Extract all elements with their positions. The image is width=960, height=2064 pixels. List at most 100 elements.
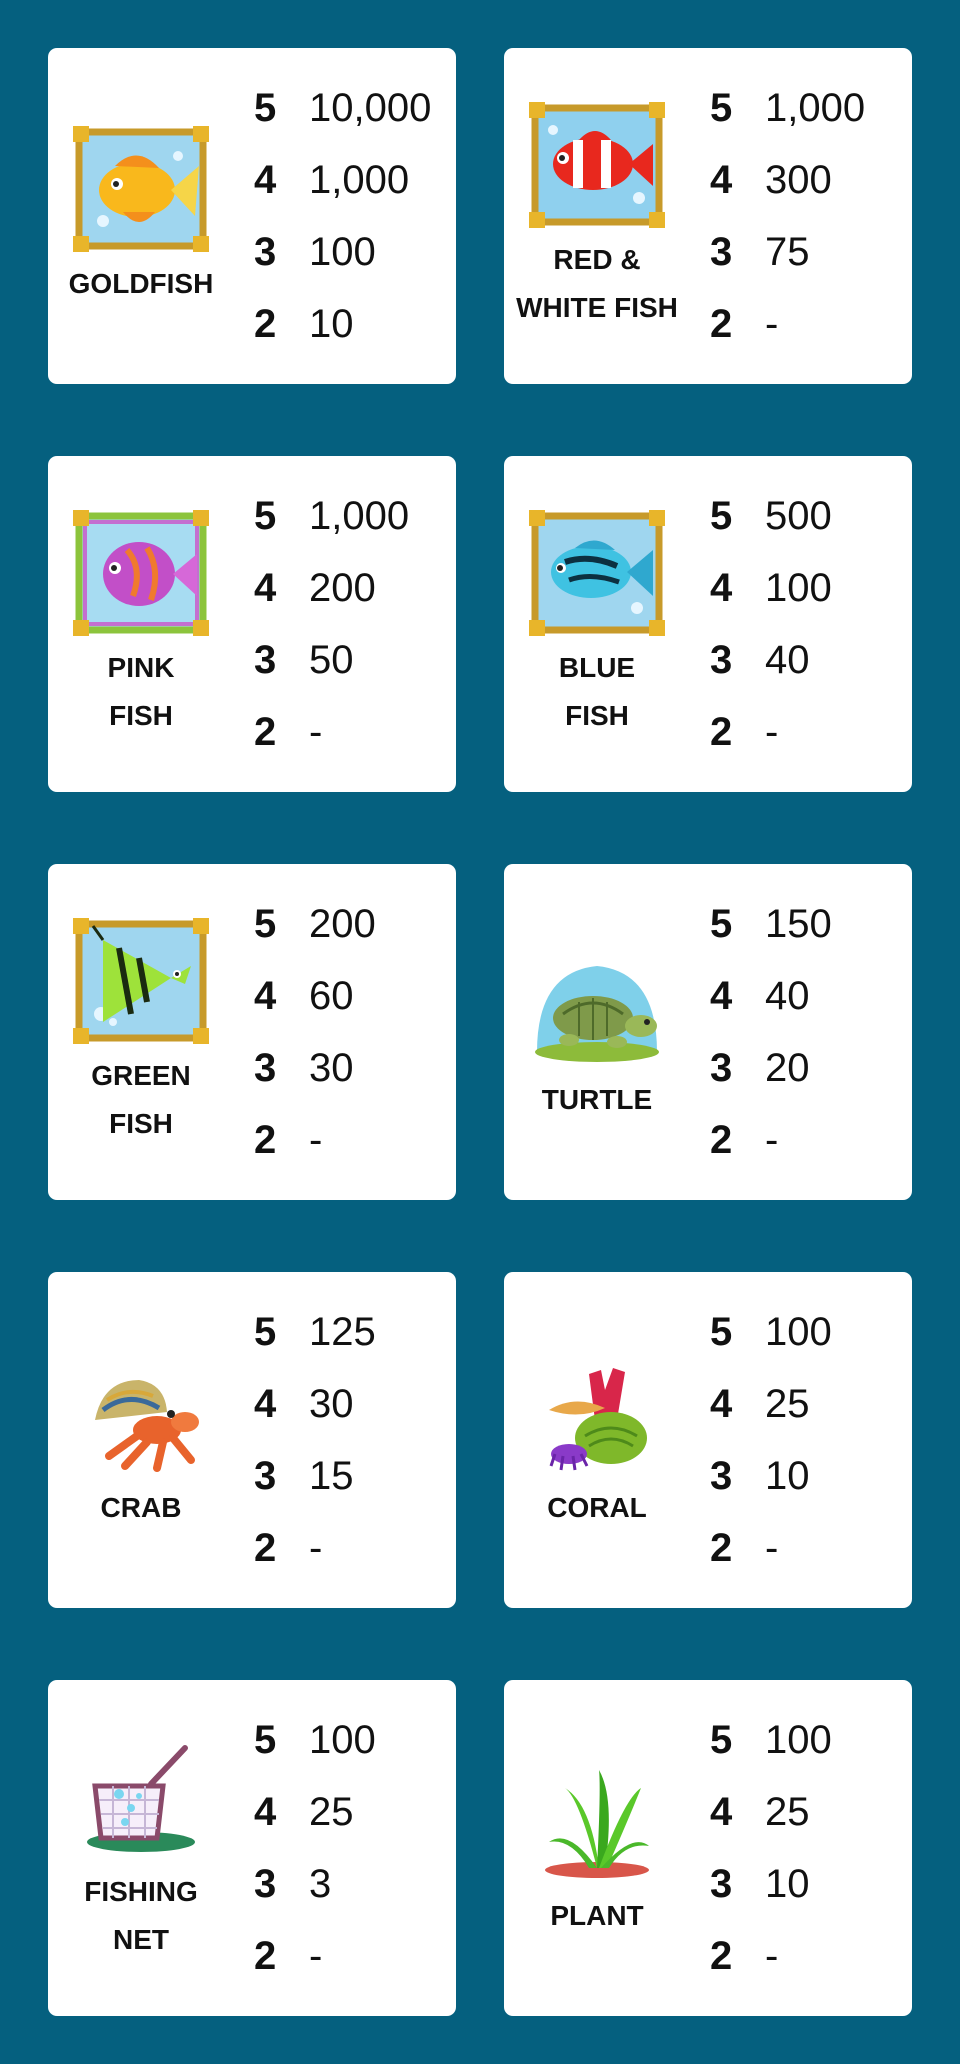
symbol-fishing-net: FISHING NET (48, 1680, 234, 2016)
pay-row: 2- (254, 1512, 450, 1584)
pay-row: 2- (710, 288, 906, 360)
payout-value: 25 (765, 1381, 810, 1426)
pay-row: 5 100 (710, 1296, 906, 1368)
pay-list: 5 100 4 25 3 10 2- (710, 1704, 906, 1992)
pay-row: 4 25 (254, 1776, 450, 1848)
match-count: 4 (254, 1381, 277, 1426)
symbol-name: RED & WHITE FISH (516, 244, 678, 323)
match-count: 3 (710, 1861, 733, 1906)
payout-value: 10,000 (309, 85, 432, 130)
paytable-card-red-white-fish: RED & WHITE FISH 5 1,000 4 300 3 75 2- (504, 48, 912, 384)
coral-icon (527, 1348, 667, 1478)
pay-row: 5 100 (710, 1704, 906, 1776)
payout-value: 40 (765, 973, 810, 1018)
match-count: 3 (710, 1453, 733, 1498)
symbol-name: PLANT (550, 1900, 644, 1931)
pay-row: 5 125 (254, 1296, 450, 1368)
payout-value: - (309, 1525, 323, 1570)
payout-value: 40 (765, 637, 810, 682)
payout-value: - (765, 1117, 779, 1162)
payout-value: 200 (309, 565, 376, 610)
payout-value: 3 (309, 1861, 332, 1906)
pay-row: 2 10 (254, 288, 450, 360)
payout-value: 1,000 (765, 85, 866, 130)
payout-value: 10 (765, 1861, 810, 1906)
symbol-name: TURTLE (541, 1084, 653, 1115)
match-count: 3 (254, 1045, 277, 1090)
paytable-card-green-fish: GREEN FISH 5 200 4 60 3 30 2- (48, 864, 456, 1200)
match-count: 3 (710, 1045, 733, 1090)
pay-row: 2- (710, 696, 906, 768)
paytable-card-coral: CORAL 5 100 4 25 3 10 2- (504, 1272, 912, 1608)
symbol-name: FISHING NET (84, 1876, 198, 1955)
payout-value: - (765, 1525, 779, 1570)
match-count: 4 (710, 157, 733, 202)
symbol-name: PINK FISH (107, 652, 175, 731)
payout-value: 25 (765, 1789, 810, 1834)
payout-value: 100 (765, 1309, 832, 1354)
payout-value: - (765, 301, 779, 346)
green-fish-icon (71, 916, 211, 1046)
payout-value: 125 (309, 1309, 376, 1354)
pay-row: 5 500 (710, 480, 906, 552)
match-count: 4 (710, 1789, 733, 1834)
match-count: 2 (254, 1117, 277, 1162)
pay-row: 5 1,000 (710, 72, 906, 144)
paytable-card-pink-fish: PINK FISH 5 1,000 4 200 3 50 2- (48, 456, 456, 792)
pay-row: 3 50 (254, 624, 450, 696)
match-count: 3 (710, 229, 733, 274)
pay-row: 2- (710, 1512, 906, 1584)
payout-value: 10 (765, 1453, 810, 1498)
goldfish-icon (71, 124, 211, 254)
match-count: 4 (254, 1789, 277, 1834)
payout-value: 150 (765, 901, 832, 946)
match-count: 5 (254, 85, 277, 130)
pay-row: 5 100 (254, 1704, 450, 1776)
symbol-name: GOLDFISH (68, 268, 214, 299)
symbol-name: BLUE FISH (558, 652, 636, 731)
payout-value: 30 (309, 1045, 354, 1090)
pay-row: 4 25 (710, 1776, 906, 1848)
match-count: 2 (710, 1525, 733, 1570)
symbol-name: CRAB (100, 1492, 182, 1523)
pay-row: 5 150 (710, 888, 906, 960)
pay-list: 5 500 4 100 3 40 2- (710, 480, 906, 768)
paytable-card-turtle: TURTLE 5 150 4 40 3 20 2- (504, 864, 912, 1200)
match-count: 5 (254, 1717, 277, 1762)
payout-value: 20 (765, 1045, 810, 1090)
symbol-turtle: TURTLE (504, 864, 690, 1200)
symbol-pink-fish: PINK FISH (48, 456, 234, 792)
pay-list: 5 10,000 4 1,000 3 100 2 10 (254, 72, 450, 360)
turtle-icon (527, 940, 667, 1070)
blue-fish-icon (527, 508, 667, 638)
match-count: 5 (710, 1309, 733, 1354)
paytable-grid: GOLDFISH 5 10,000 4 1,000 3 100 2 10 RED… (48, 48, 912, 2016)
pay-row: 5 10,000 (254, 72, 450, 144)
pay-row: 33 (254, 1848, 450, 1920)
payout-value: 500 (765, 493, 832, 538)
match-count: 5 (710, 901, 733, 946)
match-count: 5 (710, 1717, 733, 1762)
match-count: 4 (254, 157, 277, 202)
payout-value: 10 (309, 301, 354, 346)
payout-value: 1,000 (309, 493, 410, 538)
match-count: 5 (254, 493, 277, 538)
symbol-blue-fish: BLUE FISH (504, 456, 690, 792)
paytable-card-goldfish: GOLDFISH 5 10,000 4 1,000 3 100 2 10 (48, 48, 456, 384)
pay-row: 3 15 (254, 1440, 450, 1512)
symbol-red-white-fish: RED & WHITE FISH (504, 48, 690, 384)
paytable-card-crab: CRAB 5 125 4 30 3 15 2- (48, 1272, 456, 1608)
symbol-green-fish: GREEN FISH (48, 864, 234, 1200)
symbol-name: CORAL (547, 1492, 647, 1523)
symbol-coral: CORAL (504, 1272, 690, 1608)
match-count: 4 (254, 973, 277, 1018)
match-count: 3 (254, 1453, 277, 1498)
paytable-card-fishing-net: FISHING NET 5 100 4 25 33 2- (48, 1680, 456, 2016)
symbol-goldfish: GOLDFISH (48, 48, 234, 384)
pay-row: 4 100 (710, 552, 906, 624)
payout-value: 100 (309, 1717, 376, 1762)
match-count: 2 (710, 301, 733, 346)
symbol-name: GREEN FISH (91, 1060, 191, 1139)
pay-row: 4 25 (710, 1368, 906, 1440)
symbol-crab: CRAB (48, 1272, 234, 1608)
